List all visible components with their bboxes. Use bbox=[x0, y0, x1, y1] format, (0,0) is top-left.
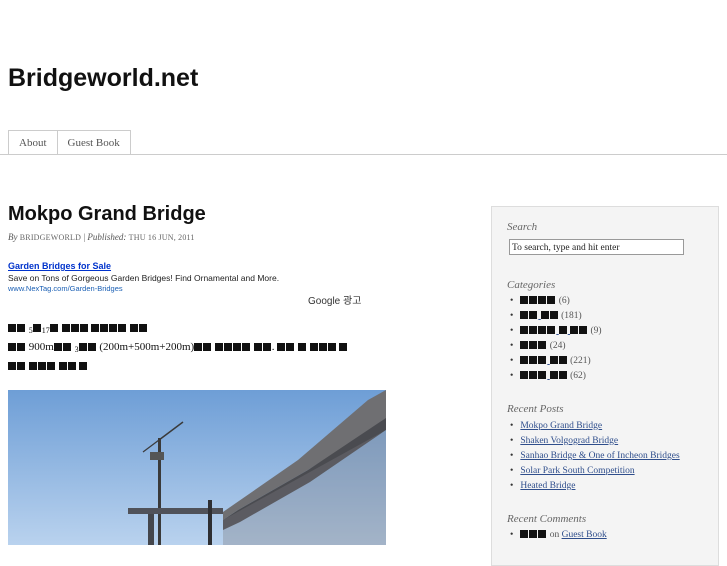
recent-posts-list: Mokpo Grand Bridge Shaken Volgograd Brid… bbox=[510, 419, 680, 494]
category-item: (24) bbox=[510, 339, 602, 354]
post-date: THU 16 JUN, 2011 bbox=[128, 233, 195, 242]
ad-block: Garden Bridges for Sale Save on Tons of … bbox=[8, 261, 279, 293]
category-item: (9) bbox=[510, 324, 602, 339]
by-label: By bbox=[8, 232, 18, 242]
recent-post-link[interactable]: Solar Park South Competition bbox=[520, 466, 634, 476]
nav-divider bbox=[0, 154, 727, 155]
tab-about[interactable]: About bbox=[8, 130, 58, 155]
category-link[interactable] bbox=[520, 326, 588, 336]
ad-text: Save on Tons of Gorgeous Garden Bridges!… bbox=[8, 273, 280, 283]
category-link[interactable] bbox=[520, 356, 567, 366]
on-label: on bbox=[549, 530, 560, 540]
tab-guest-book[interactable]: Guest Book bbox=[57, 130, 131, 155]
recent-post-link[interactable]: Sanhao Bridge & One of Incheon Bridges bbox=[520, 451, 679, 461]
recent-post-item: Mokpo Grand Bridge bbox=[510, 419, 680, 434]
category-link[interactable] bbox=[520, 341, 547, 351]
site-title[interactable]: Bridgeworld.net bbox=[8, 64, 198, 93]
bridge-photo bbox=[8, 390, 386, 545]
recent-post-item: Solar Park South Competition bbox=[510, 464, 680, 479]
post-body-line-3 bbox=[8, 358, 418, 375]
ad-brand-label[interactable]: Google 광고 bbox=[308, 292, 361, 307]
category-item: (62) bbox=[510, 369, 602, 384]
byline-separator: | bbox=[83, 232, 86, 242]
recent-comment-item: on Guest Book bbox=[510, 528, 607, 543]
main-navigation: About Guest Book bbox=[8, 130, 131, 155]
ad-url-link[interactable]: www.NexTag.com/Garden-Bridges bbox=[8, 284, 279, 293]
comment-post-link[interactable]: Guest Book bbox=[562, 530, 607, 540]
search-input[interactable]: To search, type and hit enter bbox=[509, 239, 684, 255]
recent-posts-heading: Recent Posts bbox=[507, 403, 564, 415]
recent-post-link[interactable]: Heated Bridge bbox=[520, 481, 575, 491]
category-link[interactable] bbox=[520, 371, 567, 381]
category-link[interactable] bbox=[520, 311, 558, 321]
categories-heading: Categories bbox=[507, 279, 556, 291]
post-body: 5 17 900m 3 (200m+500m+200m) . bbox=[8, 320, 418, 375]
recent-post-item: Sanhao Bridge & One of Incheon Bridges bbox=[510, 449, 679, 464]
post-byline: By BRIDGEWORLD | Published: THU 16 JUN, … bbox=[8, 232, 195, 242]
sidebar: Search To search, type and hit enter Cat… bbox=[491, 206, 719, 566]
ad-title-link[interactable]: Garden Bridges for Sale bbox=[8, 261, 279, 271]
post-body-line-1: 5 17 bbox=[8, 320, 418, 339]
recent-post-item: Shaken Volgograd Bridge bbox=[510, 434, 680, 449]
recent-post-item: Heated Bridge bbox=[510, 479, 680, 494]
category-item: (181) bbox=[510, 309, 602, 324]
category-item: (221) bbox=[510, 354, 602, 369]
search-heading: Search bbox=[507, 221, 538, 233]
category-link[interactable] bbox=[520, 296, 556, 306]
post-body-line-2: 900m 3 (200m+500m+200m) . bbox=[8, 339, 418, 358]
recent-post-link[interactable]: Shaken Volgograd Bridge bbox=[520, 436, 618, 446]
published-label: Published: bbox=[87, 232, 127, 242]
recent-post-link[interactable]: Mokpo Grand Bridge bbox=[520, 421, 602, 431]
post-title[interactable]: Mokpo Grand Bridge bbox=[8, 203, 206, 226]
category-item: (6) bbox=[510, 294, 602, 309]
recent-comments-list: on Guest Book bbox=[510, 528, 607, 543]
recent-comments-heading: Recent Comments bbox=[507, 513, 587, 525]
post-author[interactable]: BRIDGEWORLD bbox=[20, 233, 81, 242]
categories-list: (6) (181) (9) (24) (221) (62) bbox=[510, 294, 602, 384]
